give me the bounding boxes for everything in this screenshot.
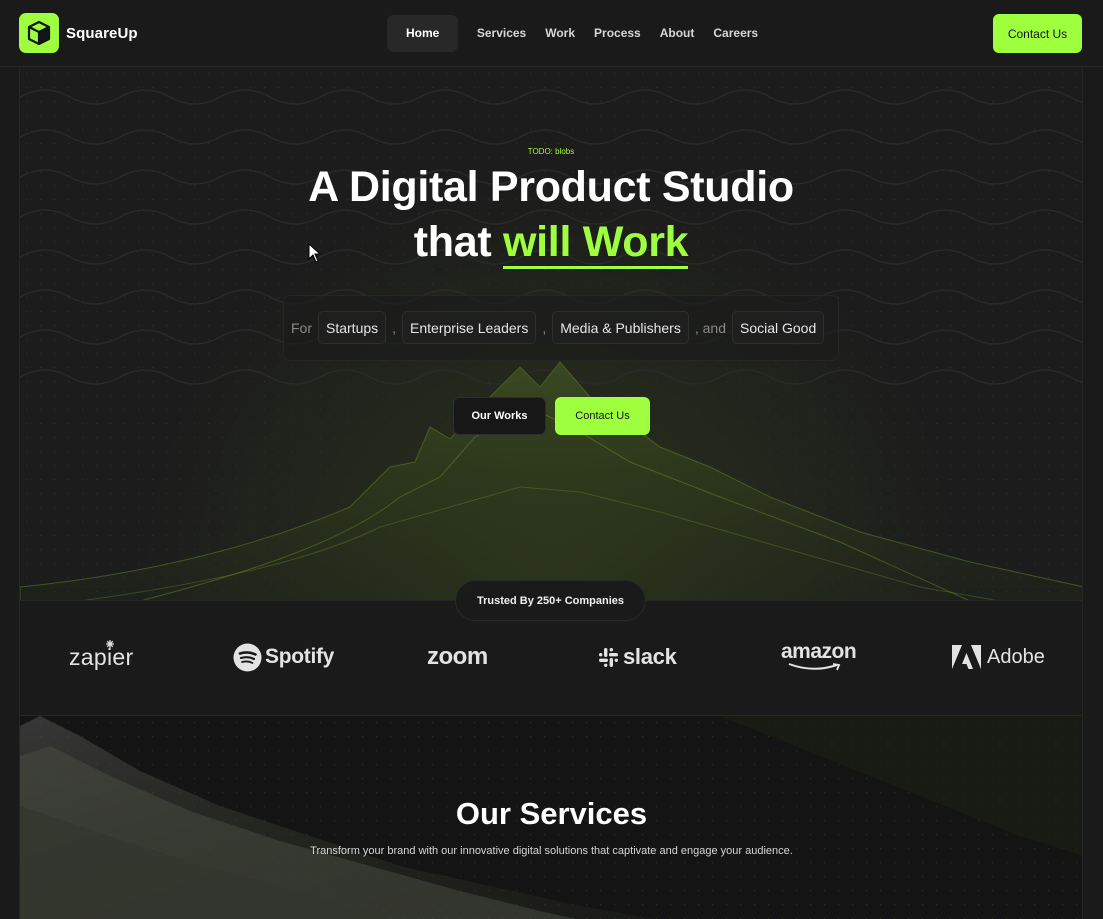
hero-title-accent: will Work [503, 218, 689, 269]
zoom-logo: zoom [427, 640, 488, 674]
brand-logo[interactable]: SquareUp [19, 13, 138, 53]
amazon-smile-icon [788, 663, 841, 671]
amazon-wordmark: amazon [781, 640, 857, 663]
nav-careers[interactable]: Careers [704, 15, 768, 52]
slack-hash-icon [599, 647, 618, 667]
todo-note: TODO: blobs [527, 147, 575, 156]
hero-title-line2: that will Work [20, 215, 1082, 270]
services-title: Our Services [455, 796, 648, 831]
chip-media-publishers: Media & Publishers [552, 311, 689, 344]
main-menu: Home Services Work Process About Careers [387, 15, 768, 52]
services-subtitle: Transform your brand with our innovative… [310, 845, 793, 857]
brand-name: SquareUp [66, 24, 138, 42]
chip-enterprise-leaders: Enterprise Leaders [402, 311, 537, 344]
zapier-wordmark: zapier [69, 643, 134, 670]
audience-row: For Startups , Enterprise Leaders , Medi… [291, 311, 825, 344]
zoom-wordmark: zoom [427, 643, 488, 670]
amazon-logo: amazon [781, 640, 857, 674]
chip-social-good: Social Good [731, 311, 825, 344]
slack-wordmark: slack [623, 644, 677, 669]
for-label: For [291, 319, 312, 336]
separator-comma: , [392, 319, 397, 336]
nav-work[interactable]: Work [536, 15, 585, 52]
nav-services[interactable]: Services [467, 15, 535, 52]
nav-about[interactable]: About [650, 15, 704, 52]
zapier-asterisk-icon [106, 640, 114, 648]
slack-logo: slack [598, 640, 677, 674]
spotify-wordmark: Spotify [265, 645, 335, 668]
nav-process[interactable]: Process [585, 15, 651, 52]
hero-contact-button[interactable]: Contact Us [555, 397, 650, 435]
spotify-logo: Spotify [233, 640, 334, 674]
separator-and: , and [694, 319, 726, 336]
nav-home[interactable]: Home [387, 15, 459, 52]
hero-section: TODO: blobs A Digital Product Studio tha… [19, 67, 1083, 601]
mouse-cursor-icon [308, 243, 322, 263]
adobe-icon [952, 645, 981, 669]
hero-title-line1: A Digital Product Studio [308, 163, 794, 211]
zapier-logo: zapier [69, 640, 133, 674]
adobe-logo: Adobe [952, 640, 1045, 674]
nav-contact-button[interactable]: Contact Us [993, 14, 1082, 53]
chip-startups: Startups [318, 311, 387, 344]
cube-logo-icon [19, 13, 59, 53]
spotify-icon [233, 643, 262, 671]
hero-title-prefix: that [413, 218, 503, 266]
top-navbar: SquareUp Home Services Work Process Abou… [0, 0, 1103, 67]
adobe-wordmark: Adobe [987, 645, 1045, 668]
our-works-button[interactable]: Our Works [453, 397, 546, 435]
separator-comma: , [542, 319, 547, 336]
trusted-badge: Trusted By 250+ Companies [455, 580, 646, 621]
